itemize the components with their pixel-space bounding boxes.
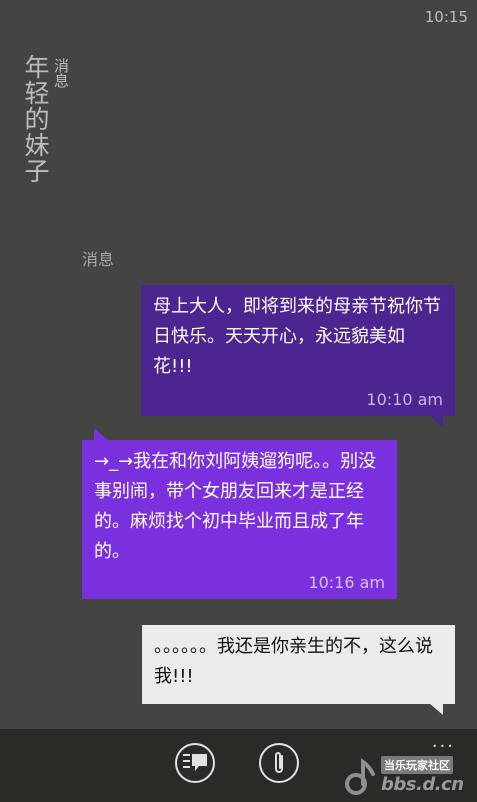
message-text: 母上大人，即将到来的母亲节祝你节日快乐。天天开心，永远貌美如花!!!: [153, 296, 441, 377]
section-label: 消息: [82, 250, 115, 269]
status-time: 10:15: [424, 8, 468, 26]
speech-bubble-list-icon: [183, 754, 207, 771]
message-text: →_→我在和你刘阿姨遛狗呢。。别没事别闹，带个女朋友回来才是正经的。麻烦找个初中…: [94, 451, 377, 562]
more-menu-button[interactable]: ...: [432, 733, 455, 751]
bubble-tail: [94, 428, 108, 440]
quick-reply-button[interactable]: [175, 743, 215, 783]
compose-text: 。。。。。。我还是你亲生的不，这么说我!!!: [154, 636, 433, 687]
received-message-bubble[interactable]: →_→我在和你刘阿姨遛狗呢。。别没事别闹，带个女朋友回来才是正经的。麻烦找个初中…: [82, 440, 397, 599]
contact-subtitle: 消息: [52, 58, 70, 88]
attach-button[interactable]: [259, 743, 299, 783]
contact-name: 年轻的妹子: [21, 54, 50, 184]
message-time: 10:10 am: [366, 390, 443, 409]
compose-input[interactable]: 。。。。。。我还是你亲生的不，这么说我!!!: [142, 625, 455, 704]
watermark-text: 当乐玩家社区: [381, 756, 453, 774]
message-time: 10:16 am: [308, 573, 385, 592]
bubble-tail: [429, 415, 443, 427]
paperclip-icon: [275, 752, 283, 773]
sent-message-bubble[interactable]: 母上大人，即将到来的母亲节祝你节日快乐。天天开心，永远貌美如花!!! 10:10…: [141, 285, 455, 416]
bubble-tail: [429, 703, 443, 715]
music-note-icon: [345, 758, 375, 795]
watermark-url: bbs.d.cn: [381, 774, 464, 795]
watermark: 当乐玩家社区 bbs.d.cn: [343, 752, 473, 800]
